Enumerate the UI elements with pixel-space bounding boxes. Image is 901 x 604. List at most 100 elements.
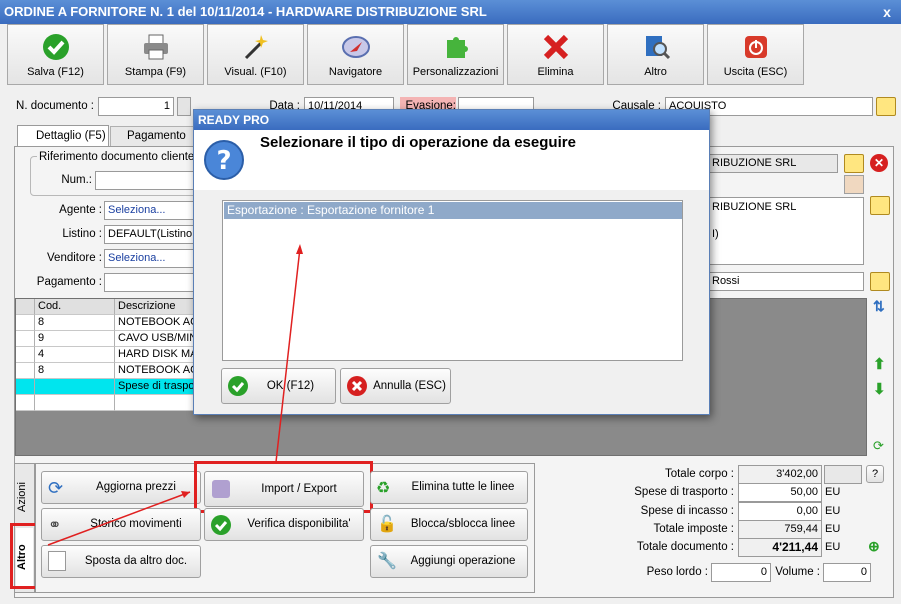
currency-documento: EU bbox=[825, 541, 841, 553]
side-tab-azioni[interactable]: Azioni bbox=[16, 470, 33, 524]
grid-cell-descrizione[interactable]: CAVO USB/MINI bbox=[115, 331, 195, 347]
elimina-label: Elimina tutte le linee bbox=[411, 481, 515, 493]
print-button[interactable]: Stampa (F9) bbox=[107, 24, 204, 85]
navigator-button[interactable]: Navigatore bbox=[307, 24, 404, 85]
zoom-plus-icon[interactable]: ⊕ bbox=[868, 538, 886, 556]
grid-cell-descrizione[interactable]: HARD DISK MAX bbox=[115, 347, 195, 363]
tab-dettaglio[interactable]: Dettaglio (F5) bbox=[17, 125, 109, 146]
move-up-icon[interactable]: ⇅ bbox=[873, 298, 889, 314]
row-selector[interactable] bbox=[16, 315, 35, 331]
destinazione-field[interactable]: RIBUZIONE SRL I) bbox=[708, 197, 864, 265]
close-icon[interactable]: x bbox=[879, 4, 895, 20]
volume-value[interactable]: 0 bbox=[823, 563, 871, 582]
clear-icon[interactable]: ✕ bbox=[870, 154, 888, 172]
currency-incasso: EU bbox=[825, 505, 841, 517]
grid-cell-cod[interactable]: 4 bbox=[35, 347, 115, 363]
customize-button[interactable]: Personalizzazioni bbox=[407, 24, 504, 85]
ndoc-suffix-field[interactable] bbox=[177, 97, 191, 116]
tab-dettaglio-label: Dettaglio (F5) bbox=[36, 130, 106, 142]
window-title: ORDINE A FORNITORE N. 1 del 10/11/2014 -… bbox=[0, 0, 901, 24]
peso-lordo-value[interactable]: 0 bbox=[711, 563, 771, 582]
operation-dialog: READY PRO ? Selezionare il tipo di opera… bbox=[193, 109, 710, 415]
agente-field[interactable]: Seleziona... bbox=[104, 201, 196, 220]
power-icon bbox=[744, 36, 767, 58]
navigator-label: Navigatore bbox=[328, 66, 383, 78]
preview-button[interactable]: Visual. (F10) bbox=[207, 24, 304, 85]
other-button[interactable]: Altro bbox=[607, 24, 704, 85]
grid-cell-descrizione[interactable]: NOTEBOOK ACE bbox=[115, 315, 195, 331]
pagamento-field[interactable] bbox=[104, 273, 196, 292]
num-field[interactable] bbox=[95, 171, 195, 190]
listino-field[interactable]: DEFAULT(Listino a bbox=[104, 225, 196, 244]
grid-header-cod: Cod. bbox=[35, 299, 115, 315]
folder-icon[interactable] bbox=[844, 154, 864, 173]
row-selector[interactable] bbox=[16, 347, 35, 363]
red-x-icon bbox=[543, 34, 568, 60]
refresh-icon[interactable]: ⟳ bbox=[873, 438, 889, 454]
exit-label: Uscita (ESC) bbox=[723, 66, 788, 78]
delete-label: Elimina bbox=[537, 66, 574, 78]
destinazione-text: RIBUZIONE SRL bbox=[712, 201, 797, 213]
currency-imposte: EU bbox=[825, 523, 841, 535]
help-button[interactable]: ? bbox=[866, 465, 884, 483]
row-selector[interactable] bbox=[16, 379, 35, 395]
grid-cell-descrizione[interactable] bbox=[115, 395, 195, 411]
folder-icon[interactable] bbox=[870, 196, 890, 215]
totale-documento-label: Totale documento : bbox=[636, 541, 734, 553]
recycle-bin-icon: ♻ bbox=[376, 480, 391, 497]
other-label: Altro bbox=[644, 66, 667, 78]
svg-text:?: ? bbox=[216, 146, 231, 176]
grid-cell-cod[interactable] bbox=[35, 395, 115, 411]
totale-imposte-value: 759,44 bbox=[738, 520, 822, 539]
tab-pagamento-label: Pagamento bbox=[127, 130, 186, 142]
grid-body: Cod. Descrizione 8NOTEBOOK ACE9CAVO USB/… bbox=[16, 299, 195, 411]
row-selector[interactable] bbox=[16, 363, 35, 379]
peso-lordo-label: Peso lordo : bbox=[646, 566, 708, 578]
exit-button[interactable]: Uscita (ESC) bbox=[707, 24, 804, 85]
grid-cell-descrizione[interactable]: NOTEBOOK ACE bbox=[115, 363, 195, 379]
check-icon bbox=[228, 376, 248, 396]
lock-icon: 🔓 bbox=[377, 516, 397, 533]
ndoc-field[interactable]: 1 bbox=[98, 97, 174, 116]
totale-corpo-value: 3'402,00 bbox=[738, 465, 822, 484]
destinazione-extra: I) bbox=[712, 228, 719, 240]
grid-header-descrizione: Descrizione bbox=[115, 299, 195, 315]
operatore-field[interactable]: Rossi bbox=[708, 272, 864, 291]
totale-documento-value: 4'211,44 bbox=[738, 538, 822, 557]
magic-wand-icon bbox=[244, 35, 268, 60]
spese-incasso-value[interactable]: 0,00 bbox=[738, 502, 822, 521]
arrow-up-icon[interactable]: ⬆ bbox=[873, 355, 889, 373]
folder-icon[interactable] bbox=[876, 97, 896, 116]
refresh-prices-icon: ⟳ bbox=[48, 478, 64, 498]
delete-button[interactable]: Elimina bbox=[507, 24, 604, 85]
preview-label: Visual. (F10) bbox=[224, 66, 287, 78]
row-selector[interactable] bbox=[16, 331, 35, 347]
operation-list: Esportazione : Esportazione fornitore 1 bbox=[222, 200, 683, 361]
fornitore-field[interactable]: RIBUZIONE SRL bbox=[708, 154, 838, 173]
wrench-icon: 🔧 bbox=[377, 553, 397, 570]
list-item[interactable]: Esportazione : Esportazione fornitore 1 bbox=[224, 202, 682, 219]
spese-trasporto-value[interactable]: 50,00 bbox=[738, 483, 822, 502]
save-button[interactable]: Salva (F12) bbox=[7, 24, 104, 85]
aggiungi-label: Aggiungi operazione bbox=[410, 555, 516, 567]
grid-cell-cod[interactable] bbox=[35, 379, 115, 395]
venditore-field[interactable]: Seleziona... bbox=[104, 249, 196, 268]
arrow-down-icon[interactable]: ⬇ bbox=[873, 380, 889, 398]
tab-pagamento[interactable]: Pagamento bbox=[110, 126, 194, 146]
grid-cell-cod[interactable]: 8 bbox=[35, 363, 115, 379]
totale-imposte-label: Totale imposte : bbox=[653, 523, 734, 535]
row-selector[interactable] bbox=[16, 395, 35, 411]
grid-cell-cod[interactable]: 8 bbox=[35, 315, 115, 331]
check-icon bbox=[211, 515, 231, 535]
listino-label: Listino : bbox=[62, 228, 102, 240]
blocca-label: Blocca/sblocca linee bbox=[410, 518, 516, 530]
folder-icon[interactable] bbox=[870, 272, 890, 291]
contact-icon[interactable] bbox=[844, 175, 864, 194]
grid-cell-cod[interactable]: 9 bbox=[35, 331, 115, 347]
venditore-label: Venditore : bbox=[47, 252, 102, 264]
num-label: Num.: bbox=[61, 174, 92, 186]
highlight-import-export bbox=[194, 461, 373, 513]
sposta-label: Sposta da altro doc. bbox=[84, 555, 188, 567]
grid-cell-descrizione[interactable]: Spese di traspo bbox=[115, 379, 195, 395]
aggiorna-label: Aggiorna prezzi bbox=[96, 481, 176, 493]
